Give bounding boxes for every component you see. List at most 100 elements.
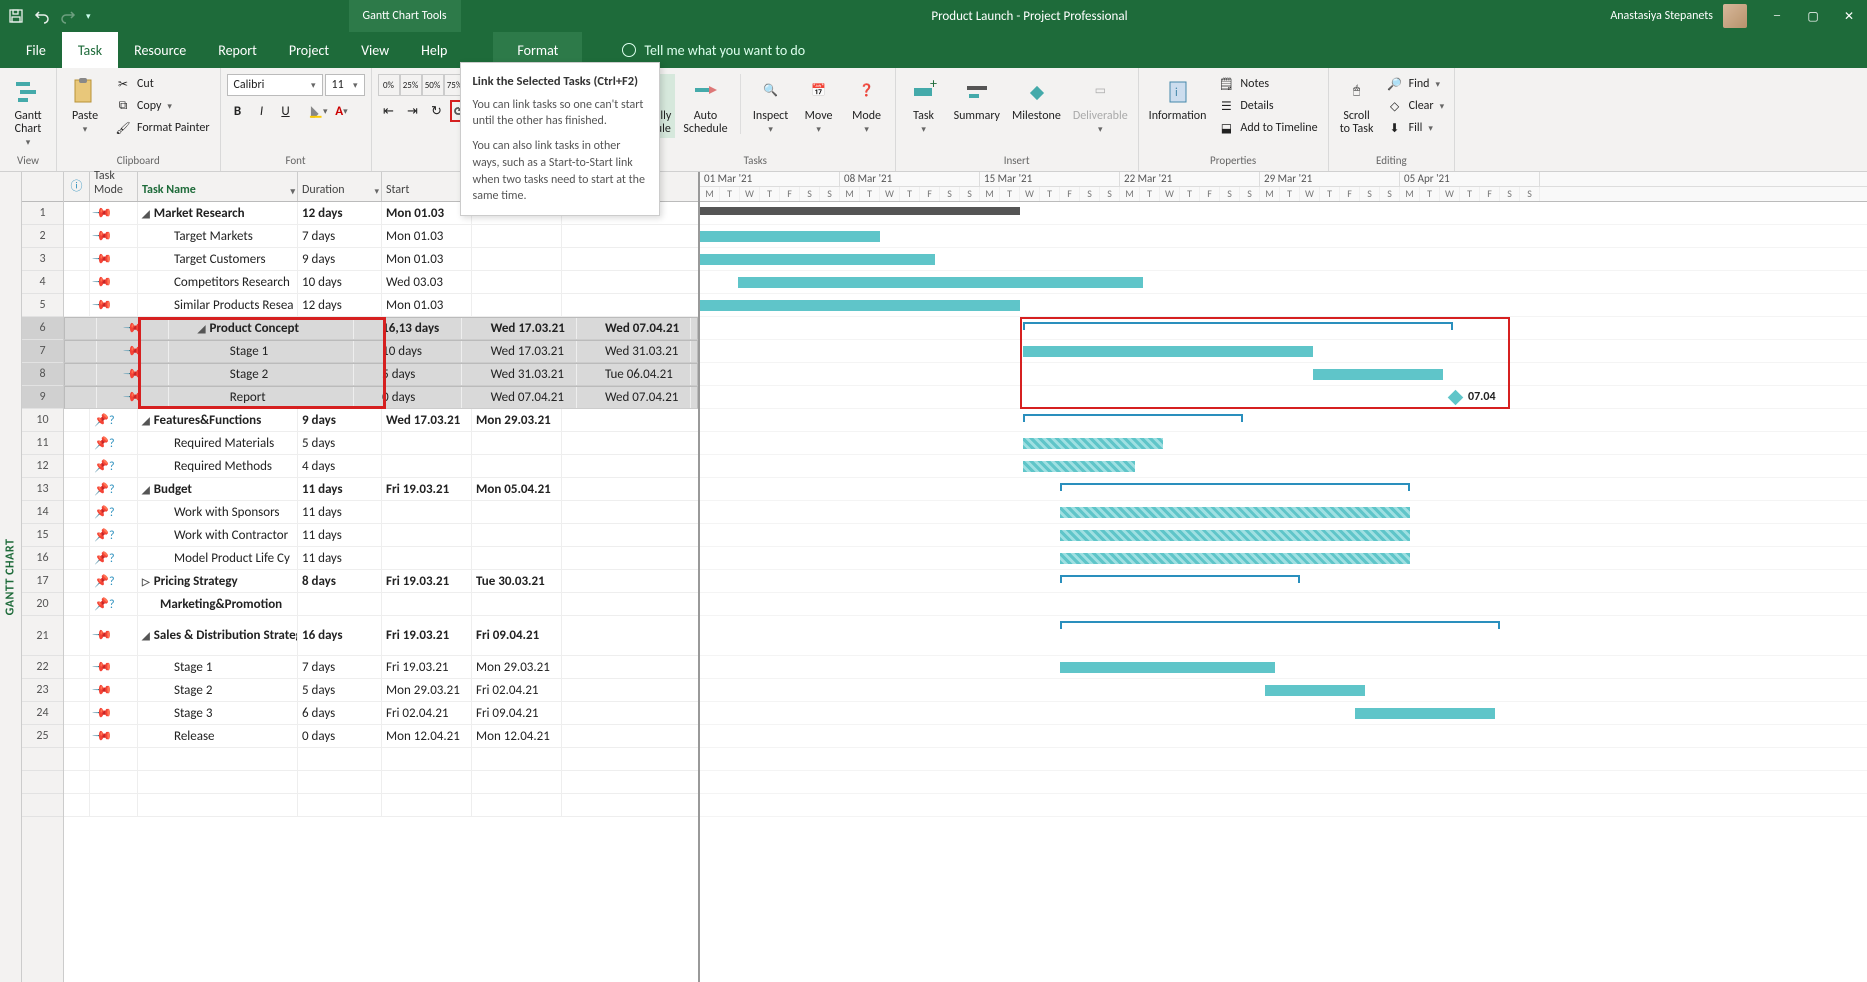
duration-cell[interactable]: 8 days — [298, 570, 382, 592]
start-cell[interactable]: Mon 12.04.21 — [382, 725, 472, 747]
gantt-bar[interactable] — [1023, 438, 1163, 449]
task-name-cell[interactable]: ◢Sales & Distribution Strategy — [138, 616, 298, 655]
task-name-cell[interactable]: Target Markets — [138, 225, 298, 247]
gantt-row[interactable] — [700, 725, 1867, 748]
auto-schedule-button[interactable]: Auto Schedule — [679, 74, 731, 138]
finish-cell[interactable] — [472, 225, 562, 247]
table-row[interactable]: 📌Stage 25 daysMon 29.03.21Fri 02.04.21 — [64, 679, 698, 702]
duration-cell[interactable]: 7 days — [298, 225, 382, 247]
gantt-bar[interactable] — [700, 207, 1020, 215]
table-row[interactable] — [64, 794, 698, 817]
avatar[interactable] — [1723, 4, 1747, 28]
finish-cell[interactable] — [472, 524, 562, 546]
gantt-row[interactable] — [700, 294, 1867, 317]
pct-25-button[interactable]: 25% — [400, 74, 422, 96]
finish-cell[interactable] — [472, 294, 562, 316]
row-number[interactable]: 22 — [22, 656, 63, 679]
tab-file[interactable]: File — [10, 32, 62, 68]
insert-milestone-button[interactable]: Milestone — [1008, 74, 1065, 125]
row-number[interactable]: 8 — [22, 363, 63, 386]
pct-50-button[interactable]: 50% — [422, 74, 444, 96]
start-cell[interactable]: Mon 01.03 — [382, 225, 472, 247]
table-row[interactable]: 📌?◢Budget11 daysFri 19.03.21Mon 05.04.21 — [64, 478, 698, 501]
gantt-row[interactable] — [700, 340, 1867, 363]
table-row[interactable]: 📌Target Markets7 daysMon 01.03 — [64, 225, 698, 248]
finish-cell[interactable]: Fri 09.04.21 — [472, 616, 562, 655]
row-number[interactable] — [22, 771, 63, 794]
gantt-bar[interactable] — [1060, 530, 1410, 541]
collapse-icon[interactable]: ◢ — [142, 414, 150, 427]
finish-cell[interactable] — [472, 248, 562, 270]
task-name-cell[interactable]: Stage 1 — [138, 656, 298, 678]
gantt-bar[interactable] — [1023, 322, 1453, 330]
duration-cell[interactable]: 6 days — [298, 702, 382, 724]
start-cell[interactable] — [382, 501, 472, 523]
collapse-icon[interactable]: ◢ — [142, 207, 150, 220]
redo-icon[interactable] — [60, 8, 76, 24]
gantt-row[interactable] — [700, 432, 1867, 455]
italic-button[interactable]: I — [251, 100, 273, 122]
task-name-cell[interactable]: Work with Contractor — [138, 524, 298, 546]
finish-cell[interactable] — [472, 455, 562, 477]
task-name-cell[interactable]: Stage 3 — [138, 702, 298, 724]
table-row[interactable]: 📌Stage 17 daysFri 19.03.21Mon 29.03.21 — [64, 656, 698, 679]
table-row[interactable]: 📌Report0 daysWed 07.04.21Wed 07.04.21 — [64, 386, 698, 409]
table-row[interactable]: 📌?Required Materials5 days — [64, 432, 698, 455]
duration-cell[interactable]: 10 days — [298, 271, 382, 293]
gantt-bar[interactable] — [1023, 346, 1313, 357]
update-button[interactable]: ↻ — [426, 100, 448, 122]
finish-cell[interactable]: Fri 02.04.21 — [472, 679, 562, 701]
finish-cell[interactable]: Wed 07.04.21 — [601, 318, 691, 339]
maximize-button[interactable]: ▢ — [1795, 0, 1831, 32]
gantt-row[interactable] — [700, 248, 1867, 271]
inspect-button[interactable]: 🔍Inspect▾ — [749, 74, 793, 137]
gantt-row[interactable] — [700, 409, 1867, 432]
row-number[interactable]: 17 — [22, 570, 63, 593]
task-grid[interactable]: ⓘ Task Mode Task Name▾ Duration▾ Start F… — [64, 172, 700, 982]
task-name-cell[interactable]: Similar Products Resea — [138, 294, 298, 316]
row-number[interactable]: 2 — [22, 225, 63, 248]
duration-cell[interactable] — [298, 593, 382, 615]
details-button[interactable]: ☰Details — [1214, 96, 1321, 116]
tab-report[interactable]: Report — [202, 32, 273, 68]
gantt-chart-area[interactable]: 01 Mar '2108 Mar '2115 Mar '2122 Mar '21… — [700, 172, 1867, 982]
duration-cell[interactable]: 16 days — [298, 616, 382, 655]
finish-cell[interactable] — [472, 547, 562, 569]
task-name-cell[interactable]: ◢Product Concept — [194, 318, 354, 339]
save-icon[interactable] — [8, 8, 24, 24]
start-cell[interactable] — [382, 524, 472, 546]
gantt-row[interactable] — [700, 570, 1867, 593]
indent-button[interactable]: ⇥ — [402, 100, 424, 122]
start-cell[interactable]: Wed 31.03.21 — [487, 364, 577, 385]
start-cell[interactable]: Wed 03.03 — [382, 271, 472, 293]
gantt-row[interactable] — [700, 202, 1867, 225]
col-duration[interactable]: Duration▾ — [298, 172, 382, 201]
task-name-cell[interactable]: ◢Budget — [138, 478, 298, 500]
gantt-bar[interactable] — [1060, 621, 1500, 629]
row-number[interactable] — [22, 748, 63, 771]
gantt-row[interactable] — [700, 363, 1867, 386]
gantt-bar[interactable] — [1023, 461, 1135, 472]
table-row[interactable]: 📌Target Customers9 daysMon 01.03 — [64, 248, 698, 271]
underline-button[interactable]: U — [275, 100, 297, 122]
duration-cell[interactable]: 5 days — [378, 364, 462, 385]
fill-color-button[interactable]: ▾ — [307, 100, 329, 122]
gantt-bar[interactable] — [1023, 414, 1243, 422]
task-name-cell[interactable]: ◢Market Research — [138, 202, 298, 224]
duration-cell[interactable]: 16,13 days — [378, 318, 462, 339]
start-cell[interactable] — [382, 547, 472, 569]
row-number[interactable]: 10 — [22, 409, 63, 432]
duration-cell[interactable]: 12 days — [298, 294, 382, 316]
gantt-row[interactable] — [700, 317, 1867, 340]
collapse-icon[interactable]: ◢ — [142, 483, 150, 496]
row-number[interactable]: 13 — [22, 478, 63, 501]
task-name-cell[interactable]: Required Methods — [138, 455, 298, 477]
row-number[interactable]: 15 — [22, 524, 63, 547]
gantt-chart-button[interactable]: Gantt Chart ▾ — [6, 74, 50, 150]
milestone-diamond[interactable] — [1448, 390, 1464, 406]
table-row[interactable]: 📌◢Sales & Distribution Strategy16 daysFr… — [64, 616, 698, 656]
col-info[interactable]: ⓘ — [64, 172, 90, 201]
task-name-cell[interactable]: Marketing&Promotion — [138, 593, 298, 615]
table-row[interactable]: 📌◢Product Concept16,13 daysWed 17.03.21W… — [64, 317, 698, 340]
finish-cell[interactable]: Wed 07.04.21 — [601, 387, 691, 408]
